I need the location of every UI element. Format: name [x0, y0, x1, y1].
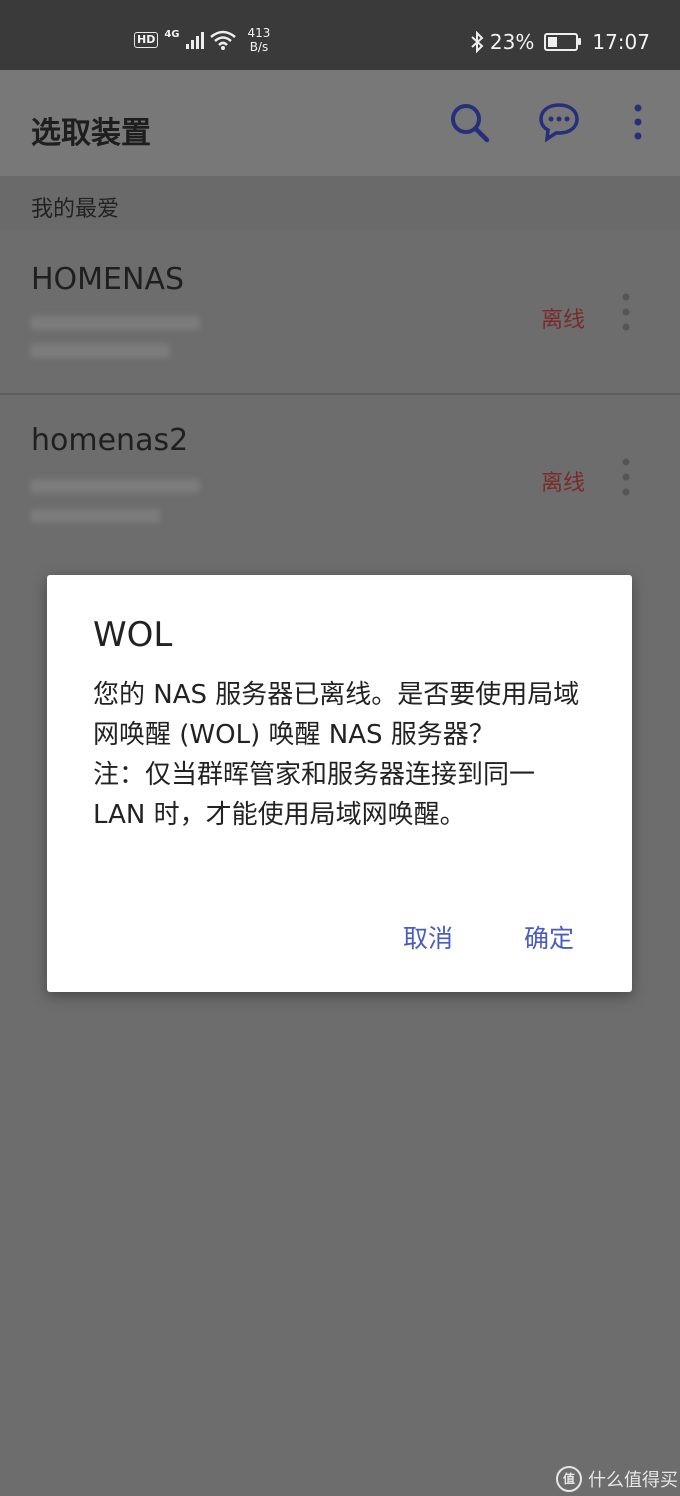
- signal-icon: [185, 31, 204, 49]
- redacted-info: [30, 344, 170, 358]
- more-vert-icon[interactable]: [618, 292, 634, 332]
- redacted-info: [30, 479, 200, 493]
- clock: 17:07: [592, 30, 650, 54]
- device-item[interactable]: HOMENAS 离线: [0, 230, 680, 393]
- device-name: HOMENAS: [31, 262, 185, 297]
- battery-percent: 23%: [489, 30, 535, 54]
- network-type: 4G: [164, 28, 180, 40]
- status-bar: HD 4G 413 B/s 23% 17:07: [0, 0, 680, 70]
- page-title: 选取装置: [31, 116, 151, 151]
- status-left: HD 4G 413 B/s: [134, 26, 270, 54]
- more-vert-icon[interactable]: [618, 457, 634, 497]
- device-item[interactable]: homenas2 离线: [0, 395, 680, 560]
- bluetooth-icon: [471, 31, 484, 53]
- watermark-text: 什么值得买: [588, 1470, 678, 1491]
- hd-badge: HD: [134, 32, 159, 48]
- speed-unit: B/s: [249, 40, 269, 54]
- favorites-header: 我的最爱: [0, 176, 680, 230]
- dialog-title: WOL: [93, 615, 173, 655]
- status-right: 23% 17:07: [470, 30, 650, 54]
- redacted-info: [30, 316, 200, 330]
- app-bar: 选取装置: [0, 70, 680, 177]
- search-icon[interactable]: [447, 100, 491, 144]
- device-status: 离线: [541, 471, 586, 496]
- device-name: homenas2: [31, 423, 189, 458]
- network-speed: 413 B/s: [248, 26, 271, 54]
- ok-button[interactable]: 确定: [524, 919, 574, 955]
- dialog-message: 您的 NAS 服务器已离线。是否要使用局域网唤醒 (WOL) 唤醒 NAS 服务…: [93, 680, 580, 830]
- wifi-icon: [209, 30, 236, 50]
- wol-dialog: WOL 您的 NAS 服务器已离线。是否要使用局域网唤醒 (WOL) 唤醒 NA…: [47, 575, 632, 992]
- watermark-logo-icon: 值: [556, 1466, 582, 1492]
- favorites-label: 我的最爱: [31, 197, 120, 222]
- device-status: 离线: [541, 308, 586, 333]
- cancel-button[interactable]: 取消: [403, 919, 453, 955]
- redacted-info: [30, 509, 160, 523]
- chat-icon[interactable]: [537, 100, 581, 144]
- more-vert-icon[interactable]: [616, 100, 660, 144]
- watermark: 值 什么值得买: [556, 1466, 678, 1492]
- battery-icon: [544, 33, 582, 51]
- speed-value: 413: [247, 26, 271, 40]
